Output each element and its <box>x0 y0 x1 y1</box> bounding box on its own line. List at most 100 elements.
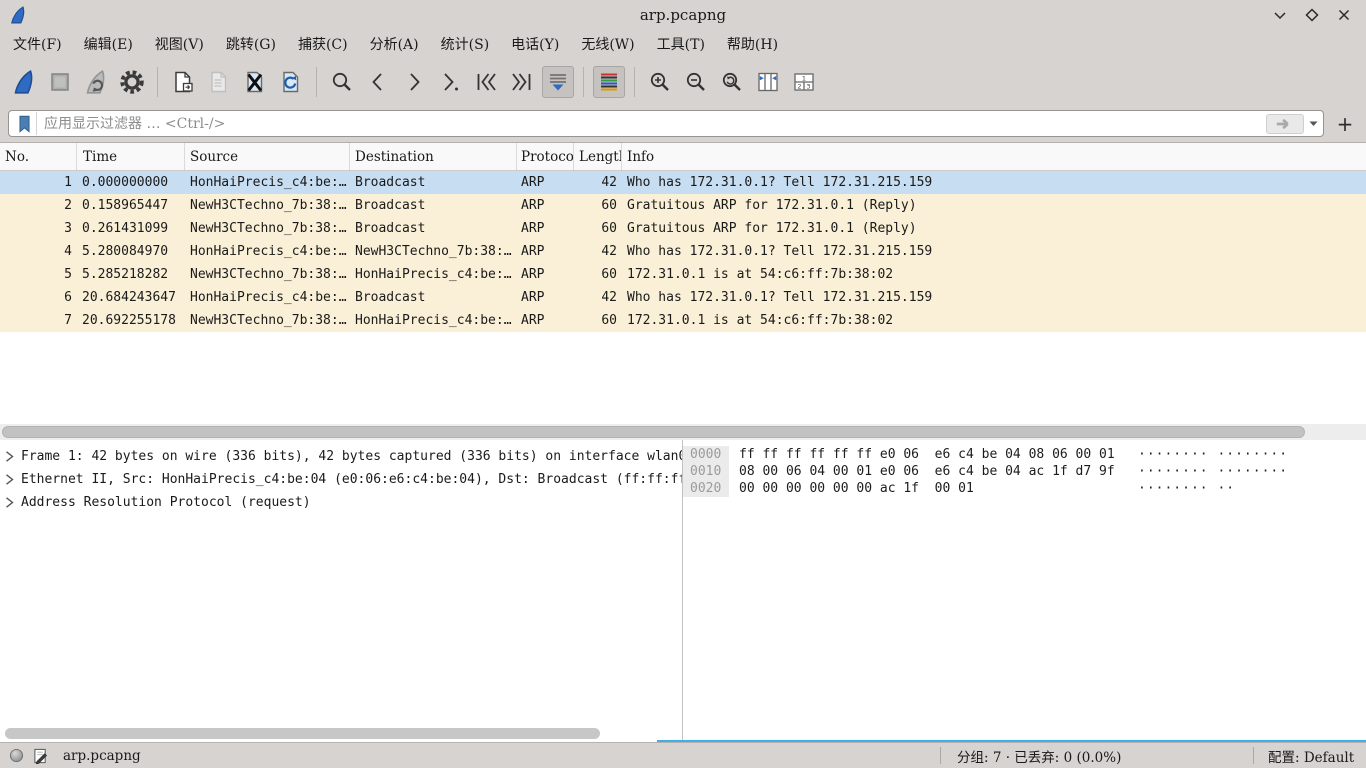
cell-source: HonHaiPrecis_c4:be:… <box>185 244 350 259</box>
hex-ascii: ········ ········ <box>1138 447 1288 462</box>
reload-file-icon[interactable] <box>275 66 307 98</box>
scrollbar-thumb[interactable] <box>2 426 1305 438</box>
cell-protocol: ARP <box>517 313 574 328</box>
open-file-icon[interactable] <box>167 66 199 98</box>
wireshark-app-icon <box>8 5 28 25</box>
filter-bar: + <box>0 105 1366 143</box>
zoom-in-icon[interactable] <box>644 66 676 98</box>
menu-tools[interactable]: 工具(T) <box>646 31 716 57</box>
main-toolbar: 123 <box>0 58 1366 105</box>
menu-edit[interactable]: 编辑(E) <box>73 31 144 57</box>
svg-text:1: 1 <box>802 74 806 82</box>
resize-columns-icon[interactable] <box>752 66 784 98</box>
menu-view[interactable]: 视图(V) <box>144 31 215 57</box>
filter-bookmark-icon[interactable] <box>13 112 37 135</box>
layout-chooser-icon[interactable]: 123 <box>788 66 820 98</box>
detail-row-frame[interactable]: Frame 1: 42 bytes on wire (336 bits), 42… <box>0 445 682 468</box>
menu-telephony[interactable]: 电话(Y) <box>500 31 570 57</box>
restart-capture-icon[interactable] <box>80 66 112 98</box>
packet-list-horizontal-scrollbar[interactable] <box>0 424 1366 440</box>
column-header-time[interactable]: Time <box>77 143 185 170</box>
column-header-info[interactable]: Info <box>622 143 1366 170</box>
packet-row-2[interactable]: 2 0.158965447 NewH3CTechno_7b:38:… Broad… <box>0 194 1366 217</box>
scrollbar-thumb[interactable] <box>5 728 600 739</box>
expand-chevron-icon[interactable] <box>5 497 14 508</box>
go-last-packet-icon[interactable] <box>506 66 538 98</box>
hex-row[interactable]: 0010 08 00 06 04 00 01 e0 06 e6 c4 be 04… <box>683 463 1366 480</box>
hex-row[interactable]: 0000 ff ff ff ff ff ff e0 06 e6 c4 be 04… <box>683 446 1366 463</box>
packet-bytes-pane: 0000 ff ff ff ff ff ff e0 06 e6 c4 be 04… <box>683 440 1366 742</box>
capture-options-icon[interactable] <box>116 66 148 98</box>
cell-source: NewH3CTechno_7b:38:… <box>185 267 350 282</box>
column-header-protocol[interactable]: Protocol <box>517 143 574 170</box>
expand-chevron-icon[interactable] <box>5 474 14 485</box>
column-header-destination[interactable]: Destination <box>350 143 517 170</box>
expand-chevron-icon[interactable] <box>5 451 14 462</box>
expert-info-icon[interactable] <box>9 748 24 763</box>
packet-row-1[interactable]: 1 0.000000000 HonHaiPrecis_c4:be:… Broad… <box>0 171 1366 194</box>
menu-wireless[interactable]: 无线(W) <box>570 31 645 57</box>
column-header-length[interactable]: Length <box>574 143 622 170</box>
display-filter-input[interactable] <box>37 116 1266 132</box>
hex-row[interactable]: 0020 00 00 00 00 00 00 ac 1f 00 01 ·····… <box>683 480 1366 497</box>
cell-info: Gratuitous ARP for 172.31.0.1 (Reply) <box>622 198 1366 213</box>
packet-row-6[interactable]: 6 20.684243647 HonHaiPrecis_c4:be:… Broa… <box>0 286 1366 309</box>
menu-capture[interactable]: 捕获(C) <box>287 31 359 57</box>
hex-bytes[interactable]: 00 00 00 00 00 00 ac 1f 00 01 <box>739 481 1138 496</box>
cell-time: 20.684243647 <box>77 290 185 305</box>
menu-file[interactable]: 文件(F) <box>2 31 73 57</box>
zoom-out-icon[interactable] <box>680 66 712 98</box>
add-filter-button[interactable]: + <box>1332 111 1358 137</box>
column-header-no[interactable]: No. <box>0 143 77 170</box>
menu-help[interactable]: 帮助(H) <box>716 31 789 57</box>
packet-row-3[interactable]: 3 0.261431099 NewH3CTechno_7b:38:… Broad… <box>0 217 1366 240</box>
capture-comment-icon[interactable] <box>33 748 48 764</box>
cell-destination: Broadcast <box>350 290 517 305</box>
cell-info: 172.31.0.1 is at 54:c6:ff:7b:38:02 <box>622 313 1366 328</box>
status-bar: arp.pcapng 分组: 7 · 已丢弃: 0 (0.0%) 配置: Def… <box>0 742 1366 768</box>
filter-dropdown-icon[interactable] <box>1307 114 1319 134</box>
go-to-packet-icon[interactable] <box>434 66 466 98</box>
cell-source: NewH3CTechno_7b:38:… <box>185 198 350 213</box>
cell-length: 60 <box>574 198 622 213</box>
go-previous-packet-icon[interactable] <box>362 66 394 98</box>
maximize-icon[interactable] <box>1304 7 1320 23</box>
cell-time: 0.000000000 <box>77 175 185 190</box>
menu-go[interactable]: 跳转(G) <box>215 31 287 57</box>
column-header-source[interactable]: Source <box>185 143 350 170</box>
menu-statistics[interactable]: 统计(S) <box>430 31 501 57</box>
find-packet-icon[interactable] <box>326 66 358 98</box>
start-capture-icon[interactable] <box>8 66 40 98</box>
save-file-icon[interactable] <box>203 66 235 98</box>
display-filter-field <box>8 110 1324 137</box>
packet-row-4[interactable]: 4 5.280084970 HonHaiPrecis_c4:be:… NewH3… <box>0 240 1366 263</box>
minimize-icon[interactable] <box>1272 7 1288 23</box>
detail-row-arp[interactable]: Address Resolution Protocol (request) <box>0 491 682 514</box>
hex-bytes[interactable]: 08 00 06 04 00 01 e0 06 e6 c4 be 04 ac 1… <box>739 464 1138 479</box>
packet-details-pane: Frame 1: 42 bytes on wire (336 bits), 42… <box>0 440 683 742</box>
go-next-packet-icon[interactable] <box>398 66 430 98</box>
apply-filter-icon[interactable] <box>1266 114 1304 134</box>
packet-row-5[interactable]: 5 5.285218282 NewH3CTechno_7b:38:… HonHa… <box>0 263 1366 286</box>
close-file-icon[interactable] <box>239 66 271 98</box>
detail-row-ethernet[interactable]: Ethernet II, Src: HonHaiPrecis_c4:be:04 … <box>0 468 682 491</box>
auto-scroll-toggle-icon[interactable] <box>542 66 574 98</box>
svg-text:2: 2 <box>797 82 801 90</box>
go-first-packet-icon[interactable] <box>470 66 502 98</box>
window-title: arp.pcapng <box>0 6 1366 24</box>
detail-text: Address Resolution Protocol (request) <box>21 495 311 510</box>
status-profile[interactable]: 配置: Default <box>1268 743 1354 768</box>
zoom-reset-icon[interactable] <box>716 66 748 98</box>
detail-text: Ethernet II, Src: HonHaiPrecis_c4:be:04 … <box>21 472 682 487</box>
hex-bytes[interactable]: ff ff ff ff ff ff e0 06 e6 c4 be 04 08 0… <box>739 447 1138 462</box>
close-icon[interactable] <box>1336 7 1352 23</box>
stop-capture-icon[interactable] <box>44 66 76 98</box>
packet-row-7[interactable]: 7 20.692255178 NewH3CTechno_7b:38:… HonH… <box>0 309 1366 332</box>
hex-offset: 0010 <box>683 463 729 480</box>
status-separator <box>1253 747 1254 764</box>
details-horizontal-scrollbar[interactable] <box>0 727 682 740</box>
cell-time: 5.285218282 <box>77 267 185 282</box>
colorize-toggle-icon[interactable] <box>593 66 625 98</box>
cell-time: 0.158965447 <box>77 198 185 213</box>
menu-analyze[interactable]: 分析(A) <box>359 31 430 57</box>
